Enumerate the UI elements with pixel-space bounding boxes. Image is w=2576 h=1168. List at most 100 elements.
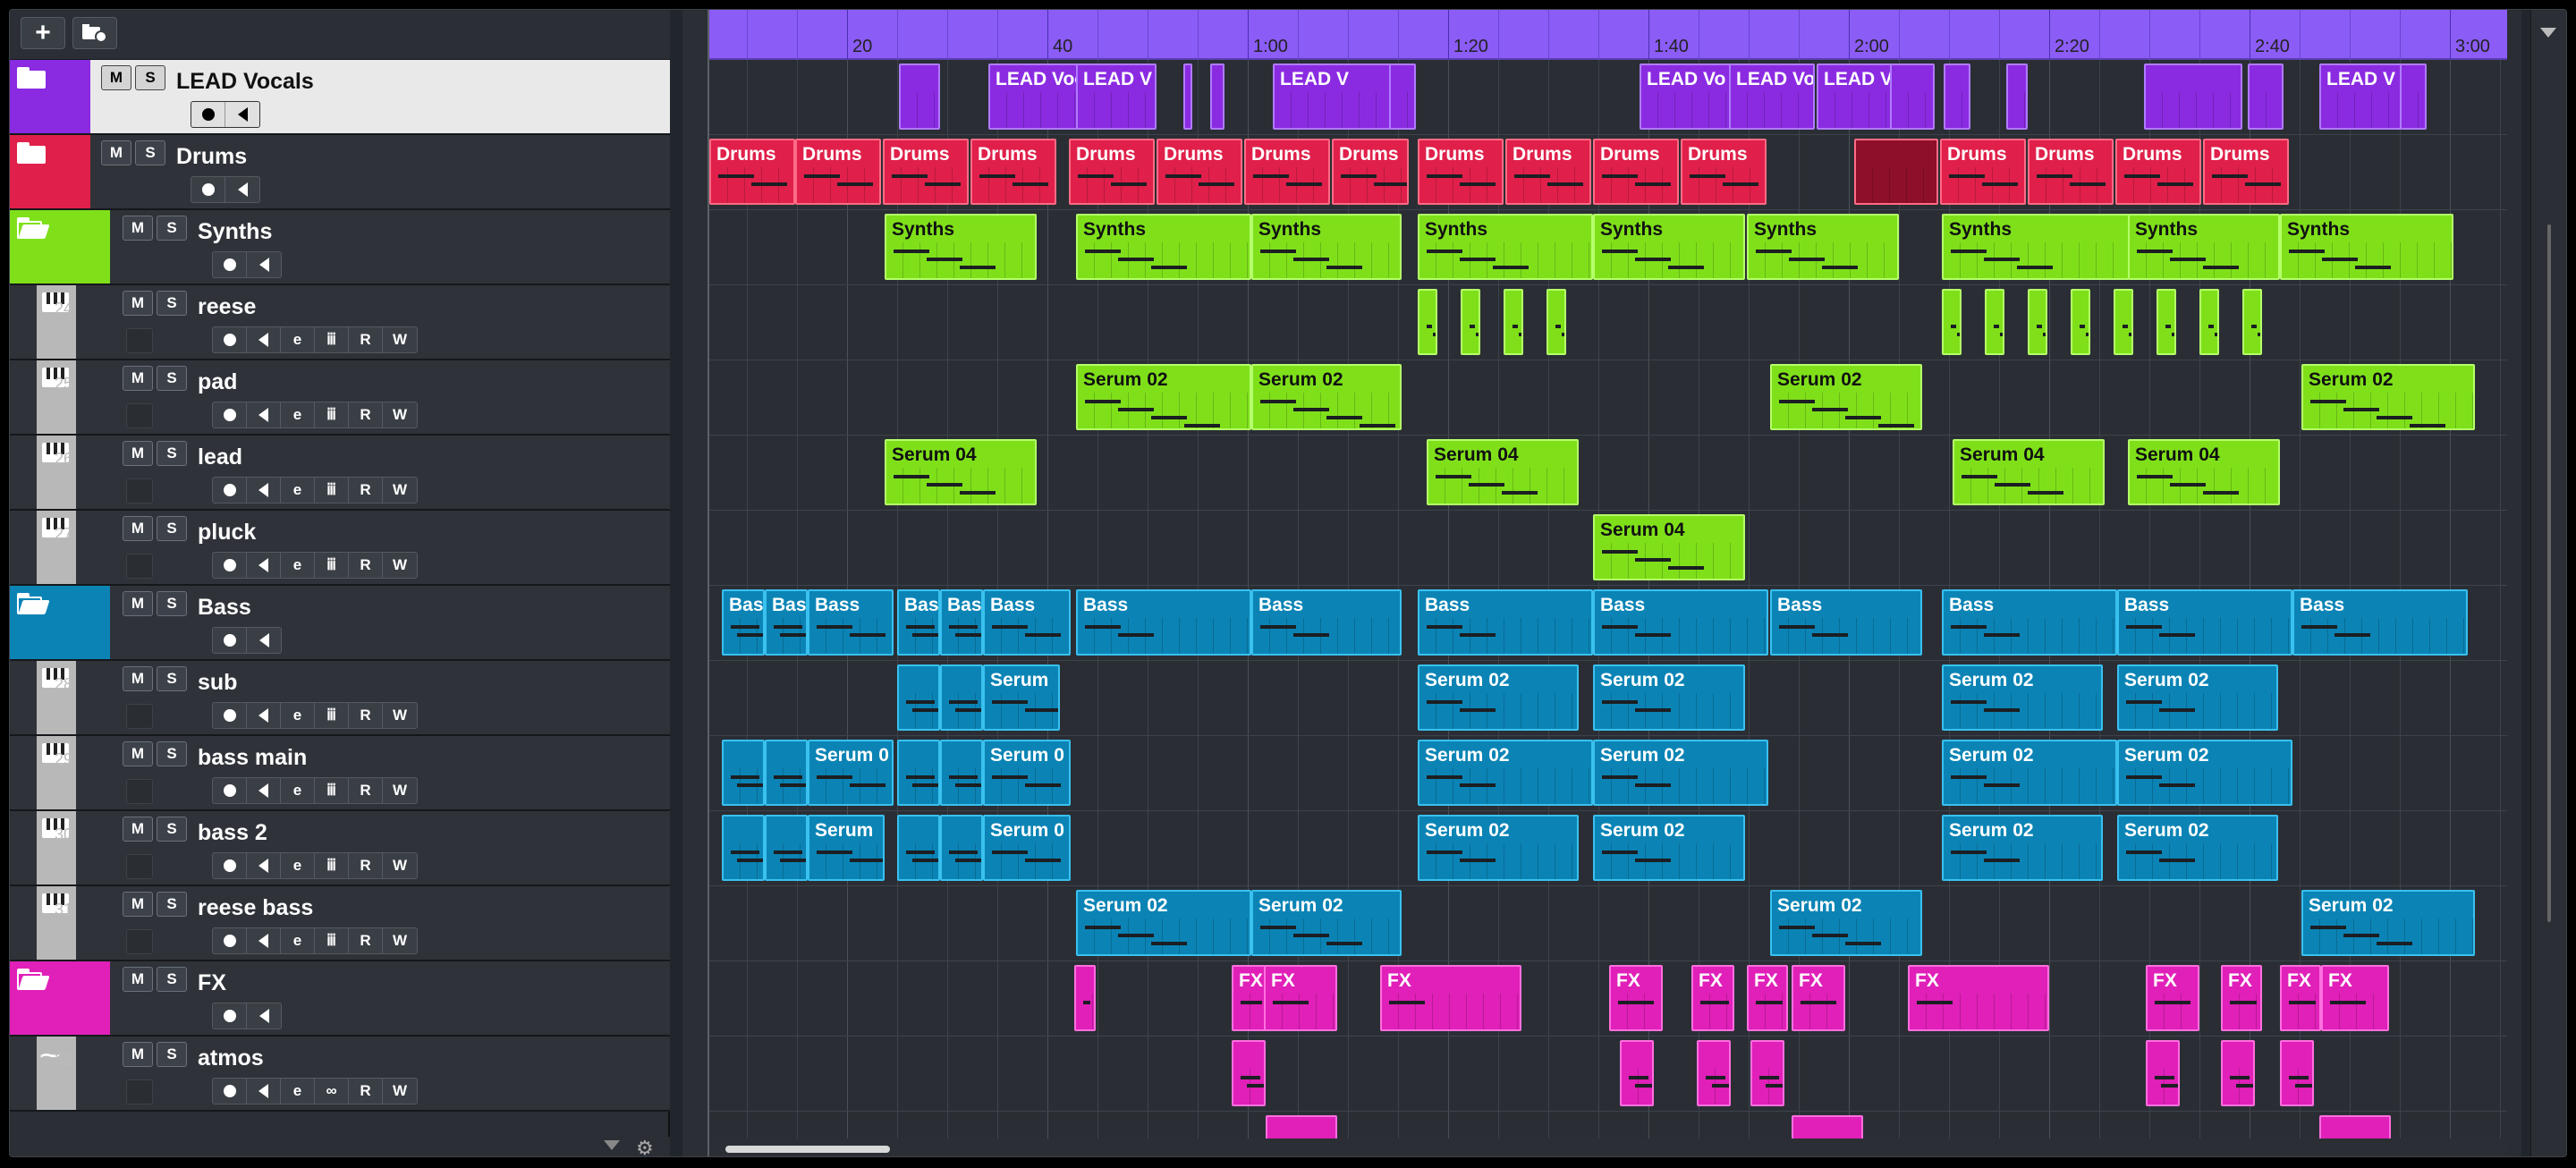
edit-instrument-button[interactable]: e <box>281 853 315 878</box>
event-clip[interactable]: Serum 02 <box>1942 740 2117 806</box>
event-clip[interactable] <box>899 63 940 130</box>
event-clip[interactable]: Serum 02 <box>1942 664 2103 731</box>
event-clip[interactable]: LEAD Vo <box>1729 63 1815 130</box>
event-clip[interactable]: LEAD V <box>1273 63 1398 130</box>
event-clip[interactable]: Serum 02 <box>2117 740 2292 806</box>
event-clip[interactable] <box>1854 139 1938 205</box>
event-clip[interactable]: Synths <box>1942 214 2130 280</box>
write-automation-button[interactable]: W <box>383 327 417 352</box>
event-clip[interactable]: Serum 02 <box>2117 664 2278 731</box>
keyboard-button[interactable]: ∞ <box>315 1079 349 1104</box>
write-automation-button[interactable]: W <box>383 928 417 953</box>
event-clip[interactable]: Synths <box>1076 214 1251 280</box>
track-select-box[interactable] <box>126 328 153 353</box>
record-enable-button[interactable] <box>213 252 247 277</box>
solo-button[interactable]: S <box>157 441 187 466</box>
event-clip[interactable] <box>765 740 808 806</box>
event-clip[interactable] <box>722 815 765 881</box>
record-enable-button[interactable] <box>213 1003 247 1028</box>
keyboard-button[interactable]: ⅲ <box>315 853 349 878</box>
event-clip[interactable] <box>940 815 983 881</box>
solo-button[interactable]: S <box>157 516 187 541</box>
solo-button[interactable]: S <box>157 1042 187 1067</box>
event-clip[interactable] <box>1890 63 1935 130</box>
write-automation-button[interactable]: W <box>383 778 417 803</box>
keyboard-button[interactable]: ⅲ <box>315 778 349 803</box>
event-clip[interactable] <box>1942 289 1962 355</box>
event-clip[interactable]: Drums <box>795 139 881 205</box>
mute-button[interactable]: M <box>123 291 153 316</box>
event-clip[interactable] <box>765 815 808 881</box>
edit-instrument-button[interactable]: e <box>281 553 315 578</box>
event-clip[interactable]: Drums <box>709 139 795 205</box>
event-clip[interactable]: FX <box>2321 965 2389 1031</box>
event-clip[interactable]: Drums <box>1069 139 1155 205</box>
record-enable-button[interactable] <box>213 628 247 653</box>
event-clip[interactable]: Serum <box>983 664 1060 731</box>
monitor-button[interactable] <box>247 778 281 803</box>
event-clip[interactable] <box>1620 1040 1654 1106</box>
solo-button[interactable]: S <box>135 140 165 165</box>
solo-button[interactable]: S <box>157 817 187 842</box>
record-enable-button[interactable] <box>213 928 247 953</box>
event-clip[interactable] <box>1697 1040 1731 1106</box>
event-clip[interactable]: Serum 02 <box>2301 890 2475 956</box>
solo-button[interactable]: S <box>157 741 187 766</box>
folder-open-icon[interactable] <box>17 969 50 990</box>
event-clip[interactable] <box>2248 63 2284 130</box>
scrollbar-thumb[interactable] <box>725 1146 890 1153</box>
event-clip[interactable]: FX <box>2146 965 2199 1031</box>
track-row[interactable]: ⁓ 32 M Satmos e ∞ R W <box>10 1037 670 1112</box>
record-enable-button[interactable] <box>213 553 247 578</box>
event-clip[interactable]: Bas <box>897 589 940 656</box>
event-clip[interactable]: Serum 02 <box>1418 664 1579 731</box>
track-row[interactable]: 30 M Sbass 2 eⅲRW <box>10 811 670 886</box>
track-select-box[interactable] <box>126 704 153 729</box>
track-row[interactable]: 24 M Sreese e ⅲ R W <box>10 285 670 360</box>
record-enable-button[interactable] <box>213 478 247 503</box>
event-clip[interactable] <box>2221 1040 2255 1106</box>
event-clip[interactable] <box>897 815 940 881</box>
event-clip[interactable]: Serum 02 <box>1251 364 1402 430</box>
event-clip[interactable] <box>1985 289 2004 355</box>
read-automation-button[interactable]: R <box>349 928 383 953</box>
folder-icon[interactable] <box>17 142 46 164</box>
event-clip[interactable] <box>1074 965 1096 1031</box>
event-clip[interactable]: Serum 0 <box>983 740 1071 806</box>
event-clip[interactable] <box>940 664 983 731</box>
event-display[interactable]: LEAD Vocals LEAD V LEAD V LEAD Vo LEAD Vo LEA… <box>709 60 2507 1138</box>
event-clip[interactable] <box>1183 63 1192 130</box>
event-clip[interactable] <box>1944 63 1970 130</box>
event-clip[interactable]: Drums <box>1244 139 1330 205</box>
read-automation-button[interactable]: R <box>349 553 383 578</box>
event-clip[interactable]: Drums <box>1418 139 1504 205</box>
mute-button[interactable]: M <box>123 216 153 241</box>
event-clip[interactable]: Serum 02 <box>2117 815 2278 881</box>
event-clip[interactable] <box>2280 1040 2314 1106</box>
event-clip[interactable]: Bass <box>1418 589 1593 656</box>
event-clip[interactable]: Serum 02 <box>1418 740 1593 806</box>
event-clip[interactable]: Serum 02 <box>1770 364 1922 430</box>
timeline-ruler[interactable]: 20 40 1:00 1:20 1:40 2:00 2:20 2:40 3:00 <box>709 10 2507 60</box>
event-clip[interactable]: FX <box>1691 965 1734 1031</box>
solo-button[interactable]: S <box>157 892 187 917</box>
add-track-button[interactable]: + <box>21 17 65 49</box>
event-clip[interactable] <box>1418 289 1437 355</box>
event-clip[interactable]: Synths <box>885 214 1037 280</box>
event-clip[interactable]: FX <box>1908 965 2049 1031</box>
mute-button[interactable]: M <box>101 65 131 90</box>
event-clip[interactable] <box>2319 1115 2391 1138</box>
event-clip[interactable]: Serum 02 <box>1418 815 1579 881</box>
event-clip[interactable] <box>1792 1115 1863 1138</box>
event-clip[interactable] <box>1461 289 1480 355</box>
event-clip[interactable]: Bass <box>983 589 1071 656</box>
track-row[interactable]: M S FX <box>10 961 670 1037</box>
mute-button[interactable]: M <box>123 892 153 917</box>
event-clip[interactable]: FX <box>1380 965 1521 1031</box>
mute-button[interactable]: M <box>123 441 153 466</box>
monitor-button[interactable] <box>247 1079 281 1104</box>
monitor-button[interactable] <box>247 478 281 503</box>
monitor-button[interactable] <box>247 628 281 653</box>
event-clip[interactable]: Bass <box>808 589 894 656</box>
keyboard-button[interactable]: ⅲ <box>315 402 349 427</box>
